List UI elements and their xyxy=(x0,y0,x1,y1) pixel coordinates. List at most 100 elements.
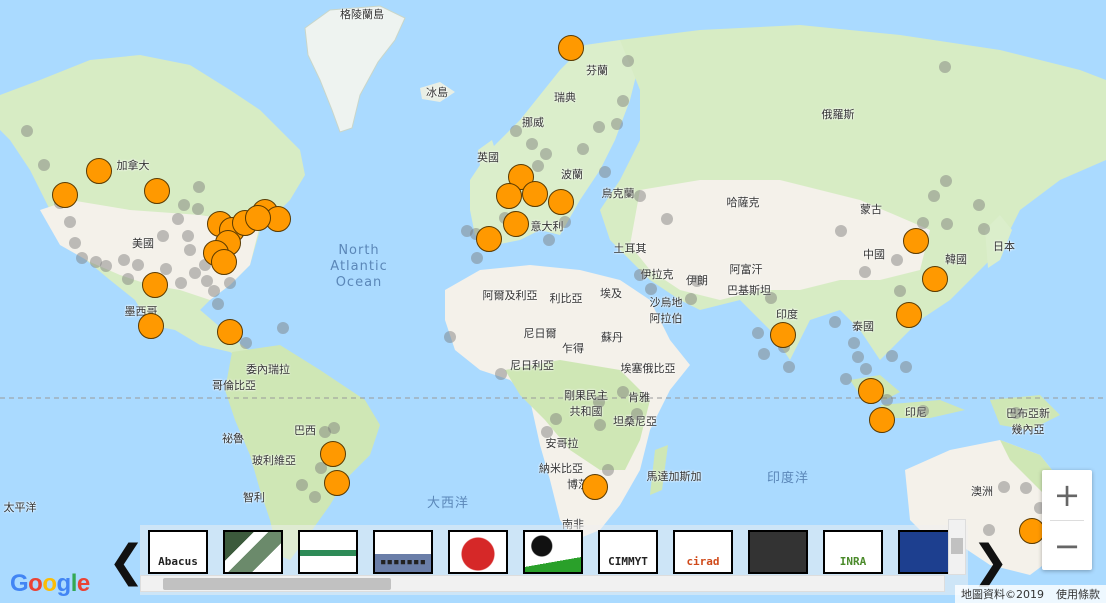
gray-location-marker[interactable] xyxy=(182,230,194,242)
gray-location-marker[interactable] xyxy=(860,363,872,375)
carousel-next-button[interactable]: ❯ xyxy=(972,532,1009,592)
gray-location-marker[interactable] xyxy=(765,292,777,304)
gray-location-marker[interactable] xyxy=(69,237,81,249)
gray-location-marker[interactable] xyxy=(309,491,321,503)
gray-location-marker[interactable] xyxy=(835,225,847,237)
carousel-horizontal-scrollbar[interactable] xyxy=(140,575,945,592)
gray-location-marker[interactable] xyxy=(132,259,144,271)
gray-location-marker[interactable] xyxy=(661,213,673,225)
partner-logo-shield[interactable] xyxy=(748,530,808,574)
partner-location-marker[interactable] xyxy=(217,319,243,345)
partner-logo-cimmyt[interactable]: CIMMYT xyxy=(598,530,658,574)
gray-location-marker[interactable] xyxy=(978,223,990,235)
gray-location-marker[interactable] xyxy=(212,298,224,310)
partner-location-marker[interactable] xyxy=(558,35,584,61)
gray-location-marker[interactable] xyxy=(602,464,614,476)
gray-location-marker[interactable] xyxy=(840,373,852,385)
gray-location-marker[interactable] xyxy=(461,225,473,237)
partner-location-marker[interactable] xyxy=(52,182,78,208)
partner-location-marker[interactable] xyxy=(86,158,112,184)
vertical-scroll-thumb[interactable] xyxy=(951,538,963,554)
google-logo[interactable]: Google xyxy=(10,570,90,598)
gray-location-marker[interactable] xyxy=(172,213,184,225)
gray-location-marker[interactable] xyxy=(611,118,623,130)
gray-location-marker[interactable] xyxy=(900,361,912,373)
gray-location-marker[interactable] xyxy=(559,216,571,228)
partner-location-marker[interactable] xyxy=(142,272,168,298)
gray-location-marker[interactable] xyxy=(691,275,703,287)
gray-location-marker[interactable] xyxy=(752,327,764,339)
carousel-vertical-scrollbar[interactable] xyxy=(948,519,966,575)
partner-location-marker[interactable] xyxy=(903,228,929,254)
partner-location-marker[interactable] xyxy=(503,211,529,237)
gray-location-marker[interactable] xyxy=(631,408,643,420)
gray-location-marker[interactable] xyxy=(38,159,50,171)
gray-location-marker[interactable] xyxy=(178,199,190,211)
gray-location-marker[interactable] xyxy=(543,234,555,246)
gray-location-marker[interactable] xyxy=(510,125,522,137)
gray-location-marker[interactable] xyxy=(891,254,903,266)
partner-location-marker[interactable] xyxy=(496,183,522,209)
gray-location-marker[interactable] xyxy=(599,166,611,178)
gray-location-marker[interactable] xyxy=(577,143,589,155)
partner-logo-inra[interactable]: INRA xyxy=(823,530,883,574)
horizontal-scroll-thumb[interactable] xyxy=(163,578,391,590)
gray-location-marker[interactable] xyxy=(532,160,544,172)
partner-location-marker[interactable] xyxy=(582,474,608,500)
gray-location-marker[interactable] xyxy=(471,252,483,264)
gray-location-marker[interactable] xyxy=(645,283,657,295)
partner-logo-cirad[interactable]: cirad xyxy=(673,530,733,574)
gray-location-marker[interactable] xyxy=(193,181,205,193)
gray-location-marker[interactable] xyxy=(157,230,169,242)
gray-location-marker[interactable] xyxy=(594,419,606,431)
gray-location-marker[interactable] xyxy=(783,361,795,373)
gray-location-marker[interactable] xyxy=(939,61,951,73)
gray-location-marker[interactable] xyxy=(64,216,76,228)
gray-location-marker[interactable] xyxy=(550,413,562,425)
gray-location-marker[interactable] xyxy=(76,252,88,264)
gray-location-marker[interactable] xyxy=(541,426,553,438)
gray-location-marker[interactable] xyxy=(852,351,864,363)
partner-location-marker[interactable] xyxy=(211,249,237,275)
gray-location-marker[interactable] xyxy=(1010,407,1022,419)
gray-location-marker[interactable] xyxy=(685,293,697,305)
gray-location-marker[interactable] xyxy=(184,244,196,256)
gray-location-marker[interactable] xyxy=(540,148,552,160)
map-canvas[interactable]: 格陵蘭島 冰島 芬蘭 瑞典 挪威 俄羅斯 英國 波蘭 烏克蘭 哈薩克 蒙古 意大利 土耳其 中國 韓國 日本加… xyxy=(0,0,1106,603)
gray-location-marker[interactable] xyxy=(859,266,871,278)
gray-location-marker[interactable] xyxy=(192,203,204,215)
partner-logo-abacus[interactable]: Abacus xyxy=(148,530,208,574)
gray-location-marker[interactable] xyxy=(21,125,33,137)
partner-logo-cube[interactable] xyxy=(223,530,283,574)
gray-location-marker[interactable] xyxy=(526,138,538,150)
gray-location-marker[interactable] xyxy=(894,285,906,297)
gray-location-marker[interactable] xyxy=(100,260,112,272)
gray-location-marker[interactable] xyxy=(277,322,289,334)
gray-location-marker[interactable] xyxy=(940,175,952,187)
gray-location-marker[interactable] xyxy=(224,277,236,289)
partner-location-marker[interactable] xyxy=(770,322,796,348)
partner-location-marker[interactable] xyxy=(922,266,948,292)
gray-location-marker[interactable] xyxy=(622,55,634,67)
gray-location-marker[interactable] xyxy=(1020,482,1032,494)
gray-location-marker[interactable] xyxy=(495,368,507,380)
gray-location-marker[interactable] xyxy=(617,95,629,107)
partner-location-marker[interactable] xyxy=(324,470,350,496)
gray-location-marker[interactable] xyxy=(175,277,187,289)
partner-location-marker[interactable] xyxy=(320,441,346,467)
partner-logo-building[interactable]: ▪▪▪▪▪▪▪ xyxy=(373,530,433,574)
gray-location-marker[interactable] xyxy=(296,479,308,491)
gray-location-marker[interactable] xyxy=(593,396,605,408)
gray-location-marker[interactable] xyxy=(973,199,985,211)
terms-link[interactable]: 使用條款 xyxy=(1050,586,1106,602)
gray-location-marker[interactable] xyxy=(917,217,929,229)
gray-location-marker[interactable] xyxy=(201,275,213,287)
zoom-in-button[interactable]: + xyxy=(1042,470,1092,520)
zoom-out-button[interactable]: − xyxy=(1042,521,1092,571)
gray-location-marker[interactable] xyxy=(848,337,860,349)
partner-location-marker[interactable] xyxy=(522,181,548,207)
partner-logo-tree[interactable] xyxy=(523,530,583,574)
partner-logo-landscape[interactable] xyxy=(298,530,358,574)
gray-location-marker[interactable] xyxy=(917,405,929,417)
partner-logo-horse[interactable] xyxy=(448,530,508,574)
